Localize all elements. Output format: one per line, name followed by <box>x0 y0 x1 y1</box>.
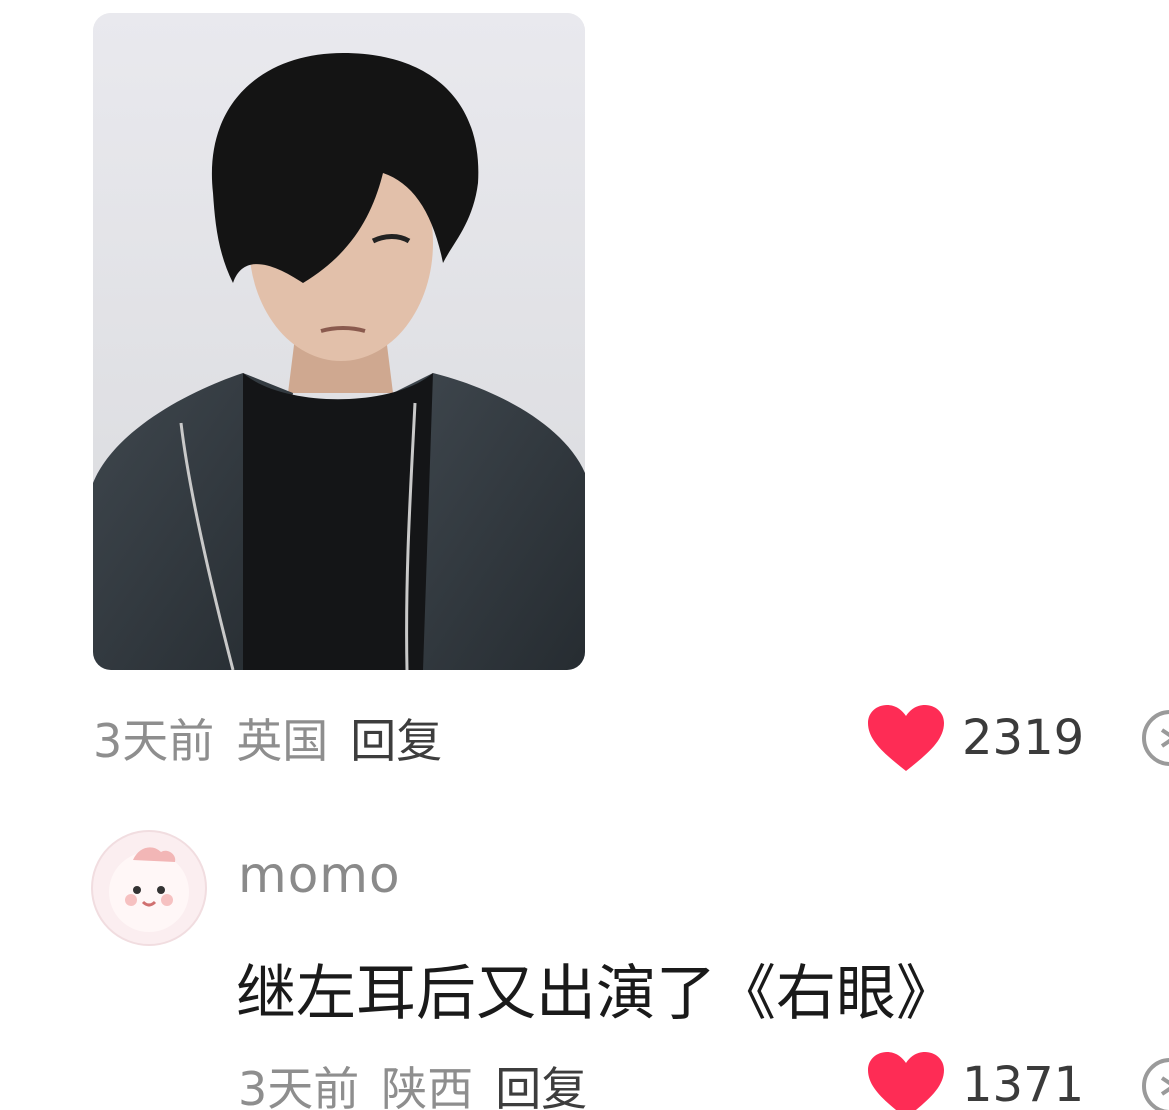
more-circle-icon[interactable] <box>1140 708 1169 768</box>
heart-icon <box>868 705 944 771</box>
comment-location: 陕西 <box>381 1062 474 1110</box>
comment-text: 继左耳后又出演了《右眼》 <box>236 959 956 1029</box>
comment-meta: 3天前 陕西 回复 <box>238 1056 609 1110</box>
comment-time: 3天前 <box>93 714 215 768</box>
comment-photo[interactable] <box>93 13 585 670</box>
username[interactable]: momo <box>238 846 401 904</box>
heart-icon <box>868 1052 944 1110</box>
comment-thread: 3天前 英国 回复 2319 momo 继左耳后又出演了《右眼》 3天前 陕西 … <box>0 0 1169 1110</box>
avatar[interactable] <box>91 830 207 946</box>
like-count: 2319 <box>962 710 1085 766</box>
comment-time: 3天前 <box>238 1062 360 1110</box>
more-circle-icon[interactable] <box>1140 1056 1169 1110</box>
reply-button[interactable]: 回复 <box>350 705 442 771</box>
reply-button[interactable]: 回复 <box>495 1053 587 1110</box>
comment-meta: 3天前 英国 回复 <box>93 708 464 768</box>
avatar-illustration <box>109 847 189 932</box>
like-count: 1371 <box>962 1057 1085 1110</box>
comment-location: 英国 <box>236 714 329 768</box>
like-button[interactable]: 2319 <box>866 703 1084 773</box>
like-button[interactable]: 1371 <box>866 1050 1084 1110</box>
